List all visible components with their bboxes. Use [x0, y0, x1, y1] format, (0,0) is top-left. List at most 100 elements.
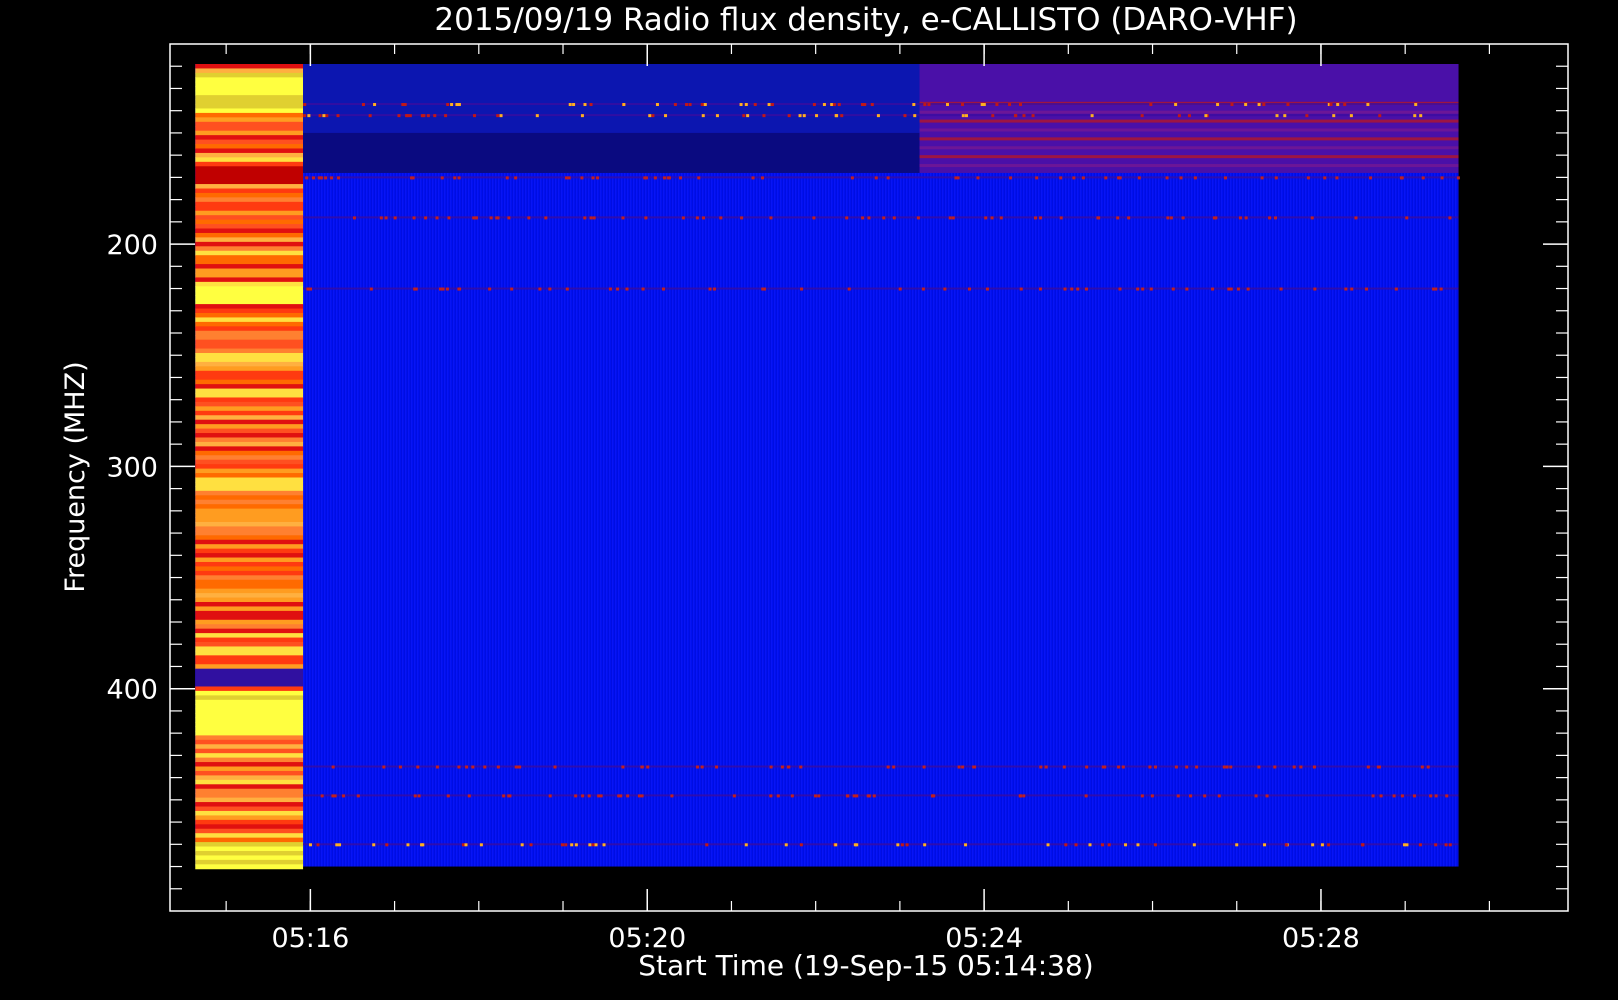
calibration-band [195, 695, 304, 701]
calibration-band [195, 508, 304, 514]
rfi-speckle [685, 103, 689, 107]
rfi-speckle [303, 103, 307, 107]
calibration-band [195, 802, 304, 808]
rfi-speckle [837, 103, 841, 107]
rfi-speckle [1085, 765, 1089, 769]
calibration-band [195, 166, 304, 172]
calibration-band [195, 81, 304, 87]
rfi-speckle [1273, 765, 1277, 769]
rfi-speckle [473, 114, 477, 118]
rfi-speckle [817, 794, 821, 798]
calibration-band [195, 397, 304, 403]
calibration-band [195, 481, 304, 487]
rfi-speckle [769, 794, 773, 798]
rfi-speckle [855, 794, 859, 798]
plot-background [195, 64, 1459, 867]
rfi-speckle [973, 765, 977, 769]
calibration-band [195, 393, 304, 398]
rfi-speckle [1323, 176, 1327, 180]
rfi-speckle [965, 114, 969, 118]
rfi-speckle [591, 843, 595, 847]
rfi-speckle [1187, 114, 1191, 118]
calibration-band [195, 201, 304, 207]
rfi-speckle [1445, 794, 1449, 798]
rfi-speckle [330, 176, 334, 180]
rfi-speckle [882, 216, 886, 220]
calibration-band [195, 441, 304, 447]
rfi-line [303, 287, 1459, 290]
calibration-band [195, 237, 304, 243]
rfi-speckle [413, 794, 417, 798]
rfi-speckle [1335, 176, 1339, 180]
rfi-speckle [1149, 287, 1153, 291]
rfi-speckle [1076, 287, 1080, 291]
calibration-band [195, 486, 304, 492]
rfi-speckle [1225, 765, 1229, 769]
rfi-speckle [1244, 216, 1248, 220]
rfi-speckle [1216, 103, 1220, 107]
calibration-band [195, 637, 304, 643]
rfi-speckle [900, 843, 904, 847]
rfi-speckle [951, 216, 955, 220]
rfi-speckle [1116, 216, 1120, 220]
rfi-speckle [1292, 765, 1296, 769]
calibration-band [195, 99, 304, 105]
calibration-band [195, 259, 304, 265]
rfi-speckle [715, 765, 719, 769]
calibration-band [195, 739, 304, 745]
rfi-speckle [529, 843, 533, 847]
rfi-speckle [1153, 765, 1157, 769]
rfi-speckle [898, 287, 902, 291]
rfi-speckle [445, 287, 449, 291]
rfi-speckle [695, 765, 699, 769]
calibration-band [195, 513, 304, 519]
rfi-speckle [580, 114, 584, 118]
calibration-band [195, 77, 304, 83]
rfi-speckle [980, 103, 984, 107]
calibration-band [195, 624, 304, 630]
rfi-speckle [548, 287, 552, 291]
rfi-speckle [798, 114, 802, 118]
calibration-band [195, 570, 304, 576]
calibration-band [195, 788, 304, 794]
rfi-speckle [641, 287, 645, 291]
calibration-band [195, 748, 304, 754]
calibration-band [195, 837, 304, 843]
rfi-speckle [361, 103, 365, 107]
calibration-band [195, 539, 304, 545]
rfi-speckle [1262, 103, 1266, 107]
calibration-band [195, 157, 304, 163]
rfi-speckle [464, 843, 468, 847]
rfi-speckle [1137, 176, 1141, 180]
rfi-speckle [1260, 176, 1264, 180]
calibration-band [195, 281, 304, 287]
rfi-speckle [488, 287, 492, 291]
calibration-band [195, 126, 304, 132]
rfi-speckle [440, 176, 444, 180]
calibration-band [195, 419, 304, 425]
rfi-speckle [447, 216, 451, 220]
calibration-band [195, 68, 304, 74]
rfi-speckle [450, 103, 454, 107]
calibration-band [195, 277, 304, 283]
rfi-speckle [1244, 103, 1248, 107]
rfi-speckle [417, 794, 421, 798]
rfi-speckle [507, 794, 511, 798]
rfi-speckle [1174, 765, 1178, 769]
rfi-speckle [1084, 287, 1088, 291]
calibration-band [195, 290, 304, 296]
calibration-band [195, 850, 304, 856]
rfi-speckle [1332, 114, 1336, 118]
upper-band-rfi-stripe [919, 128, 1459, 132]
rfi-speckle [580, 176, 584, 180]
calibration-band [195, 584, 304, 590]
rfi-speckle [742, 114, 746, 118]
rfi-speckle [335, 843, 339, 847]
calibration-band [195, 455, 304, 461]
calibration-band [195, 650, 304, 656]
rfi-speckle [855, 843, 859, 847]
rfi-speckle [379, 216, 383, 220]
rfi-speckle [1439, 287, 1443, 291]
rfi-speckle [921, 287, 925, 291]
calibration-band [195, 566, 304, 572]
